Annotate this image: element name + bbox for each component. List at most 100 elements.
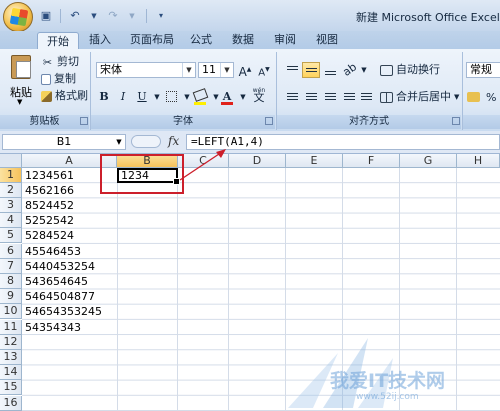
merge-dropdown-icon[interactable]: ▼ (454, 89, 459, 105)
font-name-combo[interactable]: 宋体 ▼ (96, 62, 196, 78)
bold-button[interactable]: B (96, 89, 112, 105)
cut-button[interactable]: ✂ 剪切 (41, 54, 79, 70)
font-size-combo[interactable]: 11 ▼ (198, 62, 234, 78)
row-header-2[interactable]: 2 (0, 183, 22, 198)
row-header-13[interactable]: 13 (0, 350, 22, 365)
qat-divider (60, 9, 61, 23)
column-header-h[interactable]: H (457, 154, 500, 168)
tab-page-layout[interactable]: 页面布局 (130, 31, 174, 49)
tab-data[interactable]: 数据 (232, 31, 254, 49)
row-header-14[interactable]: 14 (0, 365, 22, 380)
copy-label: 复制 (54, 72, 76, 85)
tab-view[interactable]: 视图 (316, 31, 338, 49)
alignment-launcher-icon[interactable] (452, 117, 460, 125)
title-bar: ▣ ↶ ▼ ↷ ▼ ▾ 新建 Microsoft Office Excel 工 (0, 0, 500, 32)
paste-dropdown-icon: ▼ (17, 98, 23, 106)
column-header-e[interactable]: E (286, 154, 343, 168)
phonetic-button[interactable]: wén 文 (248, 87, 270, 103)
row-header-4[interactable]: 4 (0, 213, 22, 228)
cell-a11[interactable]: 54354343 (25, 320, 81, 335)
currency-icon[interactable] (467, 92, 480, 102)
orientation-dropdown-icon[interactable]: ▼ (356, 62, 372, 78)
row-header-7[interactable]: 7 (0, 259, 22, 274)
font-color-button[interactable]: A (219, 89, 235, 105)
row-header-3[interactable]: 3 (0, 198, 22, 213)
cell-a3[interactable]: 8524452 (25, 198, 74, 213)
merge-center-button[interactable]: 合并后居中 ▼ (380, 89, 459, 105)
grid-line (177, 168, 178, 411)
redo-icon[interactable]: ↷ (105, 8, 121, 24)
row-header-16[interactable]: 16 (0, 396, 22, 411)
align-center-button[interactable] (302, 89, 320, 105)
cell-a4[interactable]: 5252542 (25, 213, 74, 228)
row-header-5[interactable]: 5 (0, 228, 22, 243)
decrease-indent-button[interactable] (340, 89, 358, 105)
row-header-11[interactable]: 11 (0, 320, 22, 335)
name-box-value: B1 (56, 135, 72, 148)
wrap-text-button[interactable]: 自动换行 (380, 62, 440, 78)
cell-a8[interactable]: 543654645 (25, 274, 88, 289)
column-header-f[interactable]: F (343, 154, 400, 168)
column-header-c[interactable]: C (178, 154, 229, 168)
chevron-down-icon[interactable]: ▼ (113, 135, 125, 149)
tab-review[interactable]: 审阅 (274, 31, 296, 49)
row-header-12[interactable]: 12 (0, 335, 22, 350)
column-header-d[interactable]: D (229, 154, 286, 168)
increase-indent-button[interactable] (357, 89, 375, 105)
paste-button[interactable]: 粘贴 ▼ (6, 52, 36, 112)
cell-a9[interactable]: 5464504877 (25, 289, 95, 304)
formula-bar: B1 ▼ fx =LEFT(A1,4) (0, 131, 500, 154)
row-header-15[interactable]: 15 (0, 380, 22, 395)
row-header-1[interactable]: 1 (0, 168, 22, 183)
copy-button[interactable]: 复制 (41, 71, 76, 87)
font-launcher-icon[interactable] (265, 117, 273, 125)
cell-a10[interactable]: 54654353245 (25, 304, 102, 319)
formula-input[interactable]: =LEFT(A1,4) (186, 134, 500, 150)
redo-dropdown-icon[interactable]: ▼ (124, 8, 140, 24)
align-middle-button[interactable] (302, 62, 320, 78)
align-bottom-button[interactable] (321, 62, 339, 78)
chevron-down-icon[interactable]: ▼ (220, 63, 233, 77)
tab-insert[interactable]: 插入 (89, 31, 111, 49)
watermark-text: 我爱IT技术网 (330, 370, 446, 392)
align-right-button[interactable] (321, 89, 339, 105)
clipboard-group-label: 剪贴板 (0, 115, 89, 129)
undo-dropdown-icon[interactable]: ▼ (86, 8, 102, 24)
cell-a7[interactable]: 5440453254 (25, 259, 95, 274)
number-group-label (463, 115, 500, 129)
save-icon[interactable]: ▣ (38, 8, 54, 24)
row-header-9[interactable]: 9 (0, 289, 22, 304)
shrink-font-icon[interactable]: A▼ (256, 62, 272, 78)
tab-home[interactable]: 开始 (37, 32, 79, 50)
column-header-g[interactable]: G (400, 154, 457, 168)
grow-font-icon[interactable]: A▲ (237, 62, 253, 79)
chevron-down-icon[interactable]: ▼ (182, 63, 195, 77)
insert-function-button[interactable]: fx (168, 134, 179, 148)
cell-a1[interactable]: 1234561 (25, 168, 74, 183)
borders-icon[interactable] (163, 89, 179, 105)
cell-a6[interactable]: 45546453 (25, 244, 81, 259)
grid-line (117, 168, 118, 411)
row-header-6[interactable]: 6 (0, 244, 22, 259)
italic-button[interactable]: I (115, 89, 131, 105)
percent-icon[interactable]: % (486, 91, 499, 104)
copy-icon (41, 73, 51, 85)
formula-bar-handle-icon[interactable] (131, 135, 161, 148)
number-format-combo[interactable]: 常规 (466, 62, 500, 78)
fill-color-icon[interactable] (192, 88, 208, 105)
underline-button[interactable]: U (134, 89, 150, 105)
row-header-8[interactable]: 8 (0, 274, 22, 289)
format-painter-button[interactable]: 格式刷 (41, 88, 88, 104)
align-top-button[interactable] (283, 62, 301, 78)
clipboard-launcher-icon[interactable] (80, 117, 88, 125)
align-left-button[interactable] (283, 89, 301, 105)
cell-a2[interactable]: 4562166 (25, 183, 74, 198)
name-box[interactable]: B1 ▼ (2, 134, 126, 150)
customize-qat-icon[interactable]: ▾ (153, 8, 169, 24)
office-button[interactable] (3, 2, 33, 32)
tab-formulas[interactable]: 公式 (190, 31, 212, 49)
row-header-10[interactable]: 10 (0, 304, 22, 319)
cell-a5[interactable]: 5284524 (25, 228, 74, 243)
undo-icon[interactable]: ↶ (67, 8, 83, 24)
select-all-button[interactable] (0, 154, 22, 168)
